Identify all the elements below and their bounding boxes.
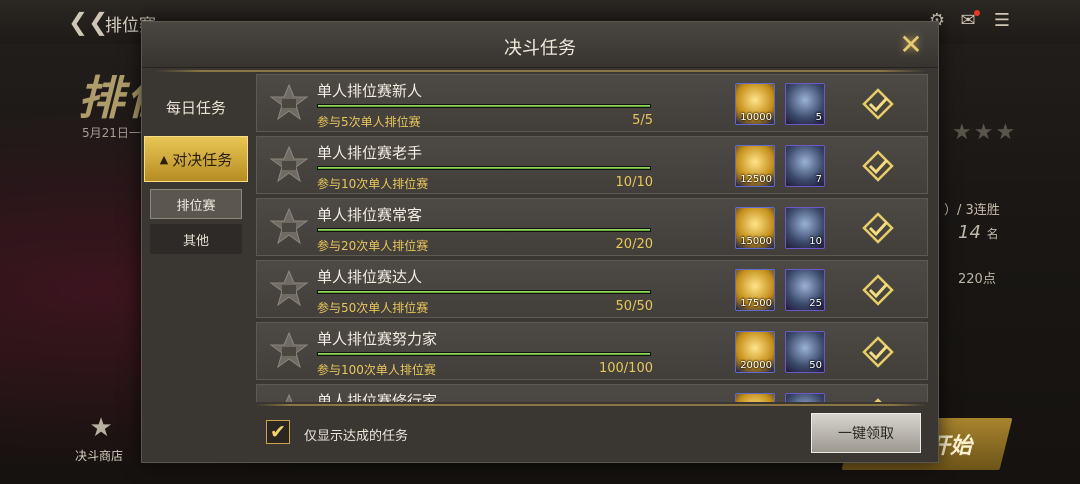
task-progress-fill xyxy=(318,105,650,107)
modal-header: 决斗任务 ✕ xyxy=(142,22,938,68)
crystal-reward-icon[interactable]: 7 xyxy=(785,145,825,187)
crystal-amount: 10 xyxy=(809,236,822,247)
back-arrow-icon[interactable]: ❮❮ xyxy=(68,8,108,36)
duel-badge-icon xyxy=(269,331,309,369)
claim-check-icon[interactable] xyxy=(861,273,895,307)
task-progress-bar xyxy=(317,228,651,232)
gold-coin-reward-icon[interactable]: 17500 xyxy=(735,269,775,311)
task-description: 参与50次单人排位赛 xyxy=(317,301,429,315)
task-description: 参与10次单人排位赛 xyxy=(317,177,429,191)
task-progress-bar xyxy=(317,166,651,170)
gold-coin-reward-icon[interactable]: 10000 xyxy=(735,83,775,125)
chat-icon[interactable]: ☰ xyxy=(990,10,1014,34)
claim-check-icon[interactable] xyxy=(861,149,895,183)
claim-check-icon[interactable] xyxy=(861,211,895,245)
claim-check-icon[interactable] xyxy=(861,335,895,369)
task-name: 单人排位赛努力家 xyxy=(317,330,438,348)
task-progress-bar xyxy=(317,352,651,356)
crystal-reward-icon[interactable]: 25 xyxy=(785,269,825,311)
duel-shop-label[interactable]: 决斗商店 xyxy=(75,447,123,464)
task-description: 参与100次单人排位赛 xyxy=(317,363,436,377)
crystal-amount: 5 xyxy=(815,112,822,123)
divider xyxy=(256,404,926,406)
crystal-amount: 50 xyxy=(809,360,822,371)
tab-daily-quests[interactable]: 每日任务 xyxy=(144,84,248,130)
task-name: 单人排位赛修行家 xyxy=(317,392,438,402)
crystal-reward-icon[interactable]: 5 xyxy=(785,83,825,125)
duel-quest-modal: 决斗任务 ✕ 每日任务 ▲ 对决任务 排位赛 其他 单人排位赛新人参与5次单人排… xyxy=(141,21,939,463)
subtab-other[interactable]: 其他 xyxy=(150,224,242,254)
task-count: 5/5 xyxy=(632,113,653,128)
show-completed-label: 仅显示达成的任务 xyxy=(304,429,409,444)
rank-display: 14 名 xyxy=(958,222,999,243)
task-count: 50/50 xyxy=(615,299,653,314)
crystal-amount: 7 xyxy=(815,174,822,185)
crystal-amount: 25 xyxy=(809,298,822,309)
duel-shop-icon[interactable]: ★ xyxy=(80,413,122,447)
divider xyxy=(156,70,926,72)
gold-amount: 17500 xyxy=(740,298,772,309)
task-description: 参与20次单人排位赛 xyxy=(317,239,429,253)
checkmark-icon: ✔ xyxy=(270,421,286,443)
duel-badge-icon xyxy=(269,83,309,121)
gold-coin-reward-icon[interactable] xyxy=(735,393,775,402)
task-row: 单人排位赛新人参与5次单人排位赛 5/5 10000 5 xyxy=(256,74,928,132)
task-name: 单人排位赛常客 xyxy=(317,206,423,224)
task-count: 100/100 xyxy=(598,361,653,376)
crystal-reward-icon[interactable]: 50 xyxy=(785,331,825,373)
tab-duel-quests-label: 对决任务 xyxy=(172,150,233,169)
task-row: 单人排位赛努力家参与100次单人排位赛 100/100 20000 50 xyxy=(256,322,928,380)
modal-title: 决斗任务 xyxy=(504,38,576,59)
claim-all-button[interactable]: 一键领取 xyxy=(811,413,921,453)
crystal-reward-icon[interactable] xyxy=(785,393,825,402)
gold-amount: 12500 xyxy=(740,174,772,185)
crystal-reward-icon[interactable]: 10 xyxy=(785,207,825,249)
task-row: 单人排位赛老手参与10次单人排位赛 10/10 12500 7 xyxy=(256,136,928,194)
task-progress-bar xyxy=(317,104,651,108)
duel-badge-icon xyxy=(269,145,309,183)
task-row: 单人排位赛达人参与50次单人排位赛 50/50 17500 25 xyxy=(256,260,928,318)
gold-coin-reward-icon[interactable]: 12500 xyxy=(735,145,775,187)
task-row: 单人排位赛修行家 xyxy=(256,384,928,402)
gold-amount: 10000 xyxy=(740,112,772,123)
task-count: 10/10 xyxy=(615,175,653,190)
chevron-up-icon: ▲ xyxy=(159,152,169,166)
quest-sidebar: 每日任务 ▲ 对决任务 排位赛 其他 xyxy=(142,74,254,404)
claim-check-icon[interactable] xyxy=(861,397,895,402)
points-display: 220点 xyxy=(958,272,996,287)
duel-badge-icon xyxy=(269,269,309,307)
show-completed-checkbox[interactable]: ✔ xyxy=(266,420,290,444)
subtab-ranked[interactable]: 排位赛 xyxy=(150,189,242,219)
gold-amount: 20000 xyxy=(740,360,772,371)
notification-dot xyxy=(974,10,980,16)
task-description: 参与5次单人排位赛 xyxy=(317,115,421,129)
task-name: 单人排位赛老手 xyxy=(317,144,423,162)
task-list[interactable]: 单人排位赛新人参与5次单人排位赛 5/5 10000 5 单人排位赛老手参与10次单人排… xyxy=(254,74,930,402)
task-row: 单人排位赛常客参与20次单人排位赛 20/20 15000 10 xyxy=(256,198,928,256)
task-name: 单人排位赛达人 xyxy=(317,268,423,286)
task-progress-fill xyxy=(318,229,650,231)
claim-check-icon[interactable] xyxy=(861,87,895,121)
task-progress-fill xyxy=(318,291,650,293)
duel-badge-icon xyxy=(285,393,293,402)
gold-coin-reward-icon[interactable]: 20000 xyxy=(735,331,775,373)
task-name: 单人排位赛新人 xyxy=(317,82,423,100)
season-date: 5月21日一 xyxy=(82,126,141,140)
task-progress-fill xyxy=(318,353,650,355)
gold-amount: 15000 xyxy=(740,236,772,247)
gold-coin-reward-icon[interactable]: 15000 xyxy=(735,207,775,249)
tab-duel-quests[interactable]: ▲ 对决任务 xyxy=(144,136,248,182)
close-icon[interactable]: ✕ xyxy=(894,30,928,60)
rank-stars-icon: ★★★ xyxy=(952,120,1018,145)
duel-badge-icon xyxy=(269,207,309,245)
task-progress-fill xyxy=(318,167,650,169)
task-count: 20/20 xyxy=(615,237,653,252)
win-streak: ）/ 3连胜 xyxy=(944,203,1000,218)
task-progress-bar xyxy=(317,290,651,294)
